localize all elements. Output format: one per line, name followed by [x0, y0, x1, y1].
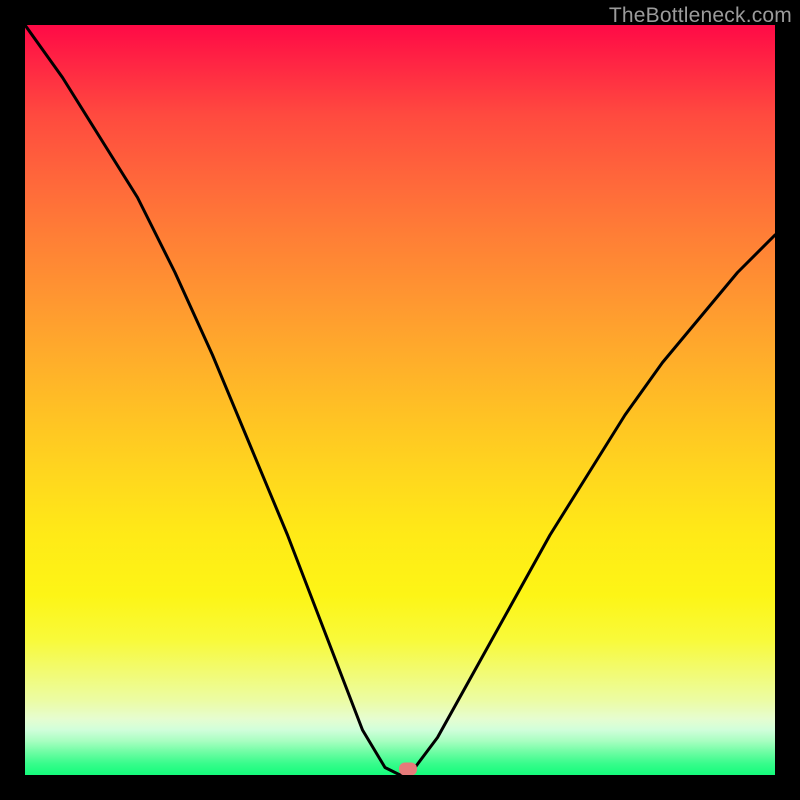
- optimum-marker: [399, 763, 417, 776]
- chart-frame: TheBottleneck.com: [0, 0, 800, 800]
- watermark-text: TheBottleneck.com: [609, 4, 792, 28]
- bottleneck-curve: [25, 25, 775, 775]
- curve-svg: [25, 25, 775, 775]
- plot-area: [25, 25, 775, 775]
